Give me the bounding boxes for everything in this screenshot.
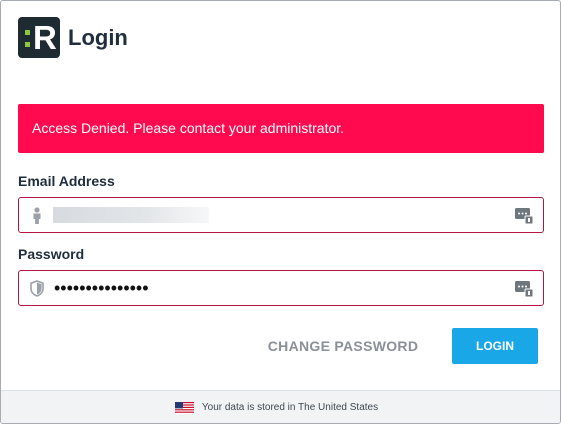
app-logo: R [18, 17, 60, 58]
password-value: ••••••••••••••• [54, 278, 149, 298]
shield-icon [30, 280, 44, 297]
login-button[interactable]: LOGIN [452, 328, 538, 364]
password-manager-key-icon[interactable] [515, 281, 533, 297]
logo-dot [25, 30, 30, 35]
password-manager-key-icon[interactable] [515, 208, 533, 224]
logo-dot [25, 42, 30, 47]
person-icon [33, 207, 41, 224]
footer: Your data is stored in The United States [1, 390, 560, 423]
header: R Login [18, 17, 128, 58]
us-flag-icon [174, 401, 194, 414]
password-field[interactable]: ••••••••••••••• [18, 270, 544, 306]
email-value-redacted [53, 207, 209, 223]
email-field[interactable] [18, 197, 544, 233]
change-password-button[interactable]: CHANGE PASSWORD [257, 332, 429, 360]
logo-letter: R [33, 19, 57, 56]
email-label: Email Address [18, 173, 115, 189]
error-alert: Access Denied. Please contact your admin… [18, 104, 544, 153]
login-dialog: R Login Access Denied. Please contact yo… [0, 0, 561, 424]
data-residency-text: Your data is stored in The United States [201, 402, 379, 413]
page-title: Login [68, 24, 128, 50]
error-alert-message: Access Denied. Please contact your admin… [32, 120, 345, 136]
password-label: Password [18, 246, 85, 262]
